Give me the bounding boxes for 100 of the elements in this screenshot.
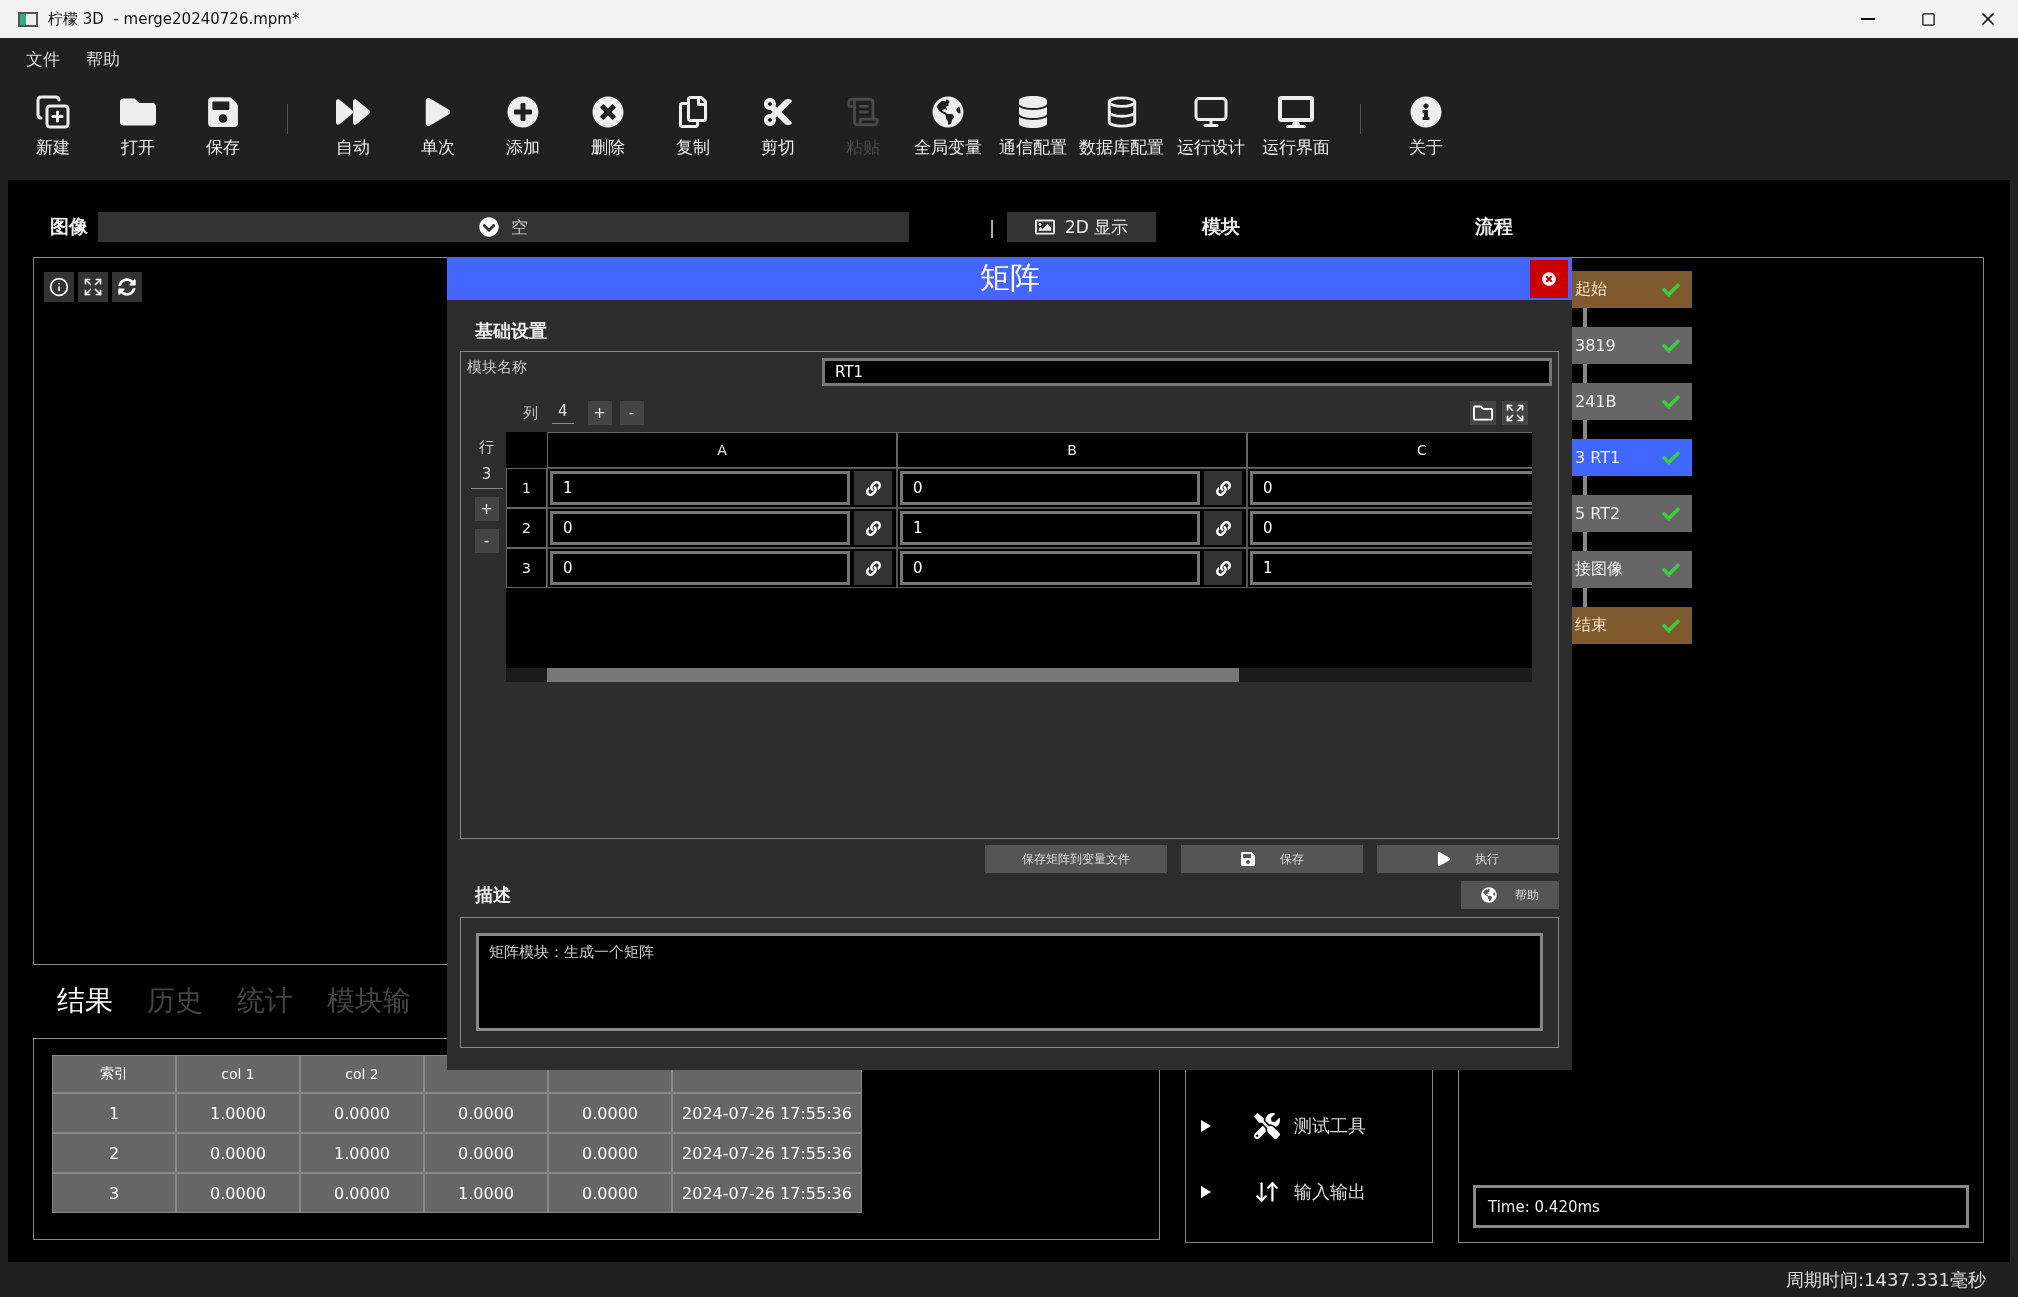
cell-input-field[interactable]: 1: [1250, 551, 1532, 585]
dialog-button[interactable]: 执行: [1377, 845, 1559, 873]
cell-input-field[interactable]: 1: [900, 511, 1200, 545]
expand-icon: [83, 277, 103, 297]
table-cell: 0.0000: [176, 1173, 300, 1213]
cell-input-field[interactable]: 0: [900, 551, 1200, 585]
toolbar-button[interactable]: 保存: [180, 80, 265, 159]
row-header: 2: [506, 508, 547, 548]
field-label: 行: [479, 438, 494, 457]
up-down-arrows-icon: [1254, 1179, 1280, 1205]
maximize-icon: [1920, 11, 1936, 27]
link-icon[interactable]: [1204, 511, 1242, 545]
panel-title: 模块: [1200, 214, 1240, 239]
header-cell: col 1: [176, 1055, 300, 1093]
add-row-button[interactable]: +: [474, 497, 499, 521]
folder-icon[interactable]: [1470, 401, 1496, 425]
column-header: A: [547, 432, 897, 468]
result-tab[interactable]: 结果: [57, 981, 113, 1021]
play-icon: [1437, 852, 1451, 866]
remove-row-button[interactable]: -: [474, 529, 499, 553]
dialog-title: 矩阵: [979, 259, 1040, 297]
monitor-icon: [1275, 94, 1316, 130]
dialog-button[interactable]: 保存矩阵到变量文件: [985, 845, 1167, 873]
row-header: 3: [506, 548, 547, 588]
name-input-field[interactable]: RT1: [822, 358, 1552, 386]
add-column-button[interactable]: +: [587, 401, 612, 425]
header-cell: 索引: [52, 1055, 176, 1093]
toolbar-button[interactable]: 复制: [650, 80, 735, 159]
description-text: 矩阵模块：生成一个矩阵: [489, 943, 654, 961]
image-icon: [1034, 217, 1055, 237]
toolbar-button[interactable]: 添加: [480, 80, 565, 159]
view-mode-button[interactable]: 2D 显示: [1007, 212, 1157, 242]
node-label: 接图像: [1575, 559, 1623, 580]
minimize-icon: [1861, 18, 1875, 20]
node-label: 3819: [1575, 336, 1616, 355]
node-label: 结束: [1575, 615, 1607, 636]
toolbar-button[interactable]: 删除: [565, 80, 650, 159]
separator-text: |: [989, 216, 996, 238]
horizontal-scrollbar[interactable]: [506, 668, 1532, 682]
info-icon: [49, 277, 69, 297]
toolbar-button[interactable]: 运行设计: [1168, 80, 1253, 159]
toolbar-button[interactable]: 新建: [10, 80, 95, 159]
caret-right-icon[interactable]: [1200, 1120, 1212, 1132]
close-button[interactable]: [1530, 260, 1568, 298]
row-count: 3: [470, 465, 503, 489]
table-cell: 0.0000: [300, 1093, 424, 1133]
table-cell: 0.0000: [300, 1173, 424, 1213]
cell-input-field[interactable]: 0: [1250, 511, 1532, 545]
cell-input-field[interactable]: 1: [550, 471, 850, 505]
menu-item[interactable]: 文件: [26, 47, 60, 71]
table-cell: 2024-07-26 17:55:36: [672, 1093, 862, 1133]
panel-title: 图像: [49, 214, 88, 239]
refresh-icon: [118, 278, 136, 296]
toolbar-button[interactable]: 自动: [310, 80, 395, 159]
caret-right-icon[interactable]: [1200, 1186, 1212, 1198]
fit-button[interactable]: [78, 272, 108, 302]
table-cell: 0.0000: [548, 1173, 672, 1213]
node-label: 3 RT1: [1575, 448, 1621, 467]
table-cell: 3: [52, 1173, 176, 1213]
help-button[interactable]: 帮助: [1461, 881, 1559, 909]
toolbar-button[interactable]: 单次: [395, 80, 480, 159]
toolbar-button[interactable]: 数据库配置: [1075, 80, 1168, 159]
image-source-dropdown[interactable]: 空: [98, 212, 909, 242]
section-title: 基础设置: [474, 318, 548, 343]
table-cell: 0.0000: [424, 1133, 548, 1173]
globe-icon: [1481, 887, 1497, 903]
cycle-time: 周期时间:1437.331毫秒: [1786, 1267, 1986, 1292]
link-icon[interactable]: [1204, 551, 1242, 585]
refresh-button[interactable]: [112, 272, 142, 302]
panel-title: 流程: [1474, 214, 1513, 239]
link-icon[interactable]: [854, 551, 892, 585]
table-cell: 2024-07-26 17:55:36: [672, 1173, 862, 1213]
toolbar-button[interactable]: 通信配置: [990, 80, 1075, 159]
module-item[interactable]: 输入输出: [1294, 1180, 1366, 1204]
section-title: 描述: [474, 883, 511, 907]
expand-icon[interactable]: [1502, 401, 1528, 425]
row-header: 1: [506, 468, 547, 508]
cell-input-field[interactable]: 0: [550, 551, 850, 585]
toolbar-button[interactable]: 打开: [95, 80, 180, 159]
link-icon[interactable]: [854, 511, 892, 545]
cell-input-field[interactable]: 0: [550, 511, 850, 545]
window-title: 柠檬 3D - merge20240726.mpm*: [48, 9, 300, 29]
cell-input-field[interactable]: 0: [1250, 471, 1532, 505]
module-item[interactable]: 测试工具: [1294, 1114, 1366, 1138]
tools-icon: [1254, 1113, 1280, 1139]
node-label: 5 RT2: [1575, 504, 1621, 523]
cell-input-field[interactable]: 0: [900, 471, 1200, 505]
table-cell: 1: [52, 1093, 176, 1133]
info-button[interactable]: [44, 272, 74, 302]
toolbar-button[interactable]: 关于: [1383, 80, 1468, 159]
save-icon: [1240, 851, 1256, 867]
menu-item[interactable]: 帮助: [86, 47, 120, 71]
toolbar-button[interactable]: 剪切: [735, 80, 820, 159]
link-icon[interactable]: [854, 471, 892, 505]
time-display: Time: 0.420ms: [1473, 1185, 1969, 1228]
toolbar-button[interactable]: 运行界面: [1253, 80, 1338, 159]
dialog-button[interactable]: 保存: [1181, 845, 1363, 873]
toolbar-button[interactable]: 全局变量: [905, 80, 990, 159]
remove-column-button[interactable]: -: [619, 401, 644, 425]
link-icon[interactable]: [1204, 471, 1242, 505]
